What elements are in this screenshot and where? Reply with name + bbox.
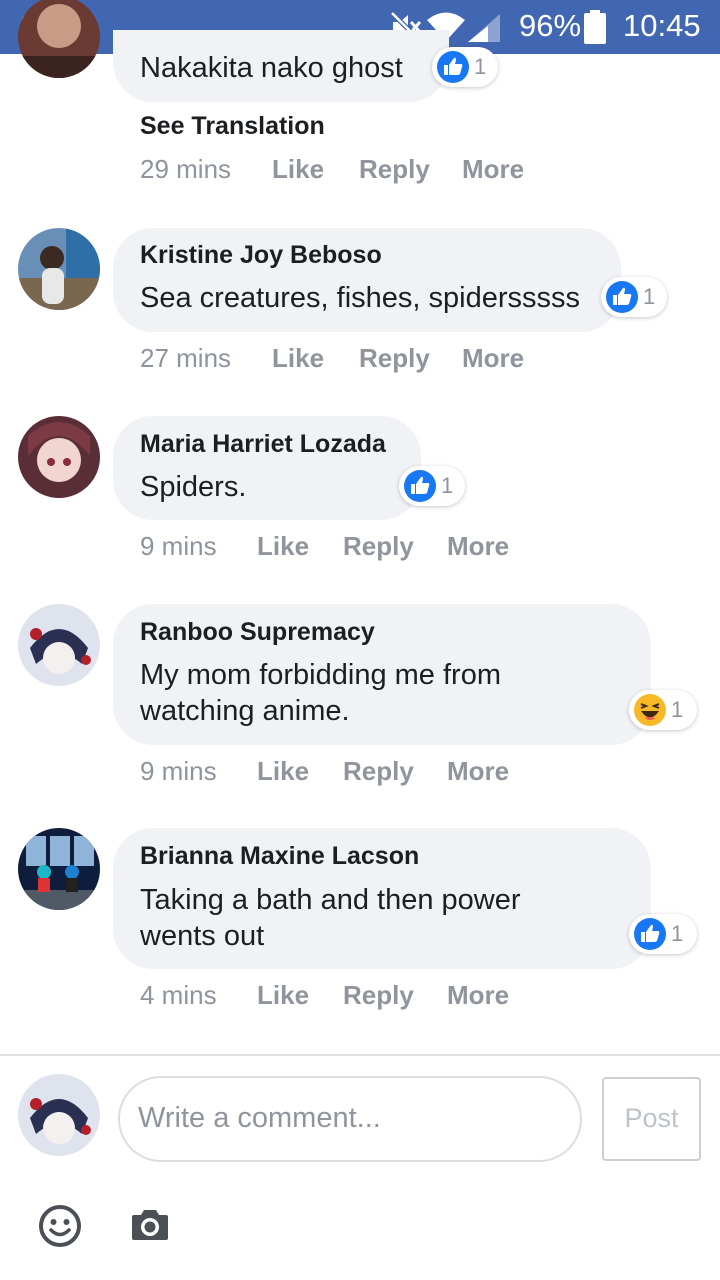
more-button[interactable]: More: [447, 980, 509, 1011]
comment-author[interactable]: Maria Harriet Lozada: [140, 430, 386, 459]
more-button[interactable]: More: [462, 154, 524, 185]
divider: [0, 1054, 720, 1056]
reply-button[interactable]: Reply: [343, 531, 414, 562]
more-button[interactable]: More: [447, 531, 509, 562]
comment-input-placeholder: Write a comment...: [138, 1102, 381, 1134]
comment-text-line: wents out: [140, 920, 265, 952]
comment-text: Nakakita nako ghost: [140, 52, 403, 84]
camera-icon[interactable]: [130, 1208, 170, 1242]
comment-time: 4 mins: [140, 980, 217, 1010]
comment-author[interactable]: Brianna Maxine Lacson: [140, 842, 419, 871]
comment-time: 9 mins: [140, 531, 217, 561]
reaction-count: 1: [671, 697, 684, 722]
see-translation-link[interactable]: See Translation: [140, 112, 325, 141]
clock: 10:45: [623, 8, 701, 43]
comment-time: 29 mins: [140, 154, 232, 184]
reaction-badge[interactable]: 1: [399, 466, 465, 506]
reaction-badge[interactable]: 1: [629, 914, 697, 954]
reaction-count: 1: [671, 921, 684, 946]
avatar[interactable]: [18, 0, 100, 78]
like-icon: [404, 470, 436, 502]
comment-input[interactable]: Write a comment...: [118, 1076, 582, 1162]
post-button-label: Post: [624, 1103, 679, 1133]
my-avatar: [18, 1074, 100, 1156]
battery-icon: [584, 10, 606, 44]
battery-percent: 96%: [519, 8, 582, 43]
reaction-count: 1: [474, 54, 487, 79]
comment-author[interactable]: Kristine Joy Beboso: [140, 241, 382, 270]
signal-icon: [468, 14, 500, 42]
reaction-badge[interactable]: 1: [629, 690, 697, 730]
like-button[interactable]: Like: [257, 756, 309, 787]
comment-text: Sea creatures, fishes, spidersssss: [140, 282, 581, 314]
reply-button[interactable]: Reply: [359, 154, 430, 185]
comment-time: 9 mins: [140, 756, 217, 786]
emoji-icon[interactable]: [38, 1204, 82, 1248]
post-button[interactable]: Post: [602, 1077, 701, 1161]
like-icon: [634, 918, 666, 950]
comment-text-line: My mom forbidding me from: [140, 659, 501, 691]
like-button[interactable]: Like: [257, 980, 309, 1011]
comment-text-line: watching anime.: [140, 695, 350, 727]
reaction-count: 1: [441, 473, 454, 498]
more-button[interactable]: More: [447, 756, 509, 787]
reply-button[interactable]: Reply: [343, 980, 414, 1011]
avatar[interactable]: [18, 228, 100, 310]
avatar[interactable]: [18, 416, 100, 498]
avatar[interactable]: [18, 828, 100, 910]
like-icon: [437, 51, 469, 83]
reply-button[interactable]: Reply: [359, 343, 430, 374]
comment-text-line: Taking a bath and then power: [140, 884, 521, 916]
comment-text: Spiders.: [140, 471, 247, 503]
like-icon: [606, 281, 638, 313]
like-button[interactable]: Like: [257, 531, 309, 562]
avatar[interactable]: [18, 604, 100, 686]
comment-time: 27 mins: [140, 343, 232, 373]
reply-button[interactable]: Reply: [343, 756, 414, 787]
like-button[interactable]: Like: [272, 343, 324, 374]
reaction-badge[interactable]: 1: [601, 277, 667, 317]
reaction-badge[interactable]: 1: [432, 47, 498, 87]
more-button[interactable]: More: [462, 343, 524, 374]
comment-author[interactable]: Ranboo Supremacy: [140, 618, 375, 647]
haha-icon: [634, 694, 666, 726]
like-button[interactable]: Like: [272, 154, 324, 185]
reaction-count: 1: [643, 284, 656, 309]
